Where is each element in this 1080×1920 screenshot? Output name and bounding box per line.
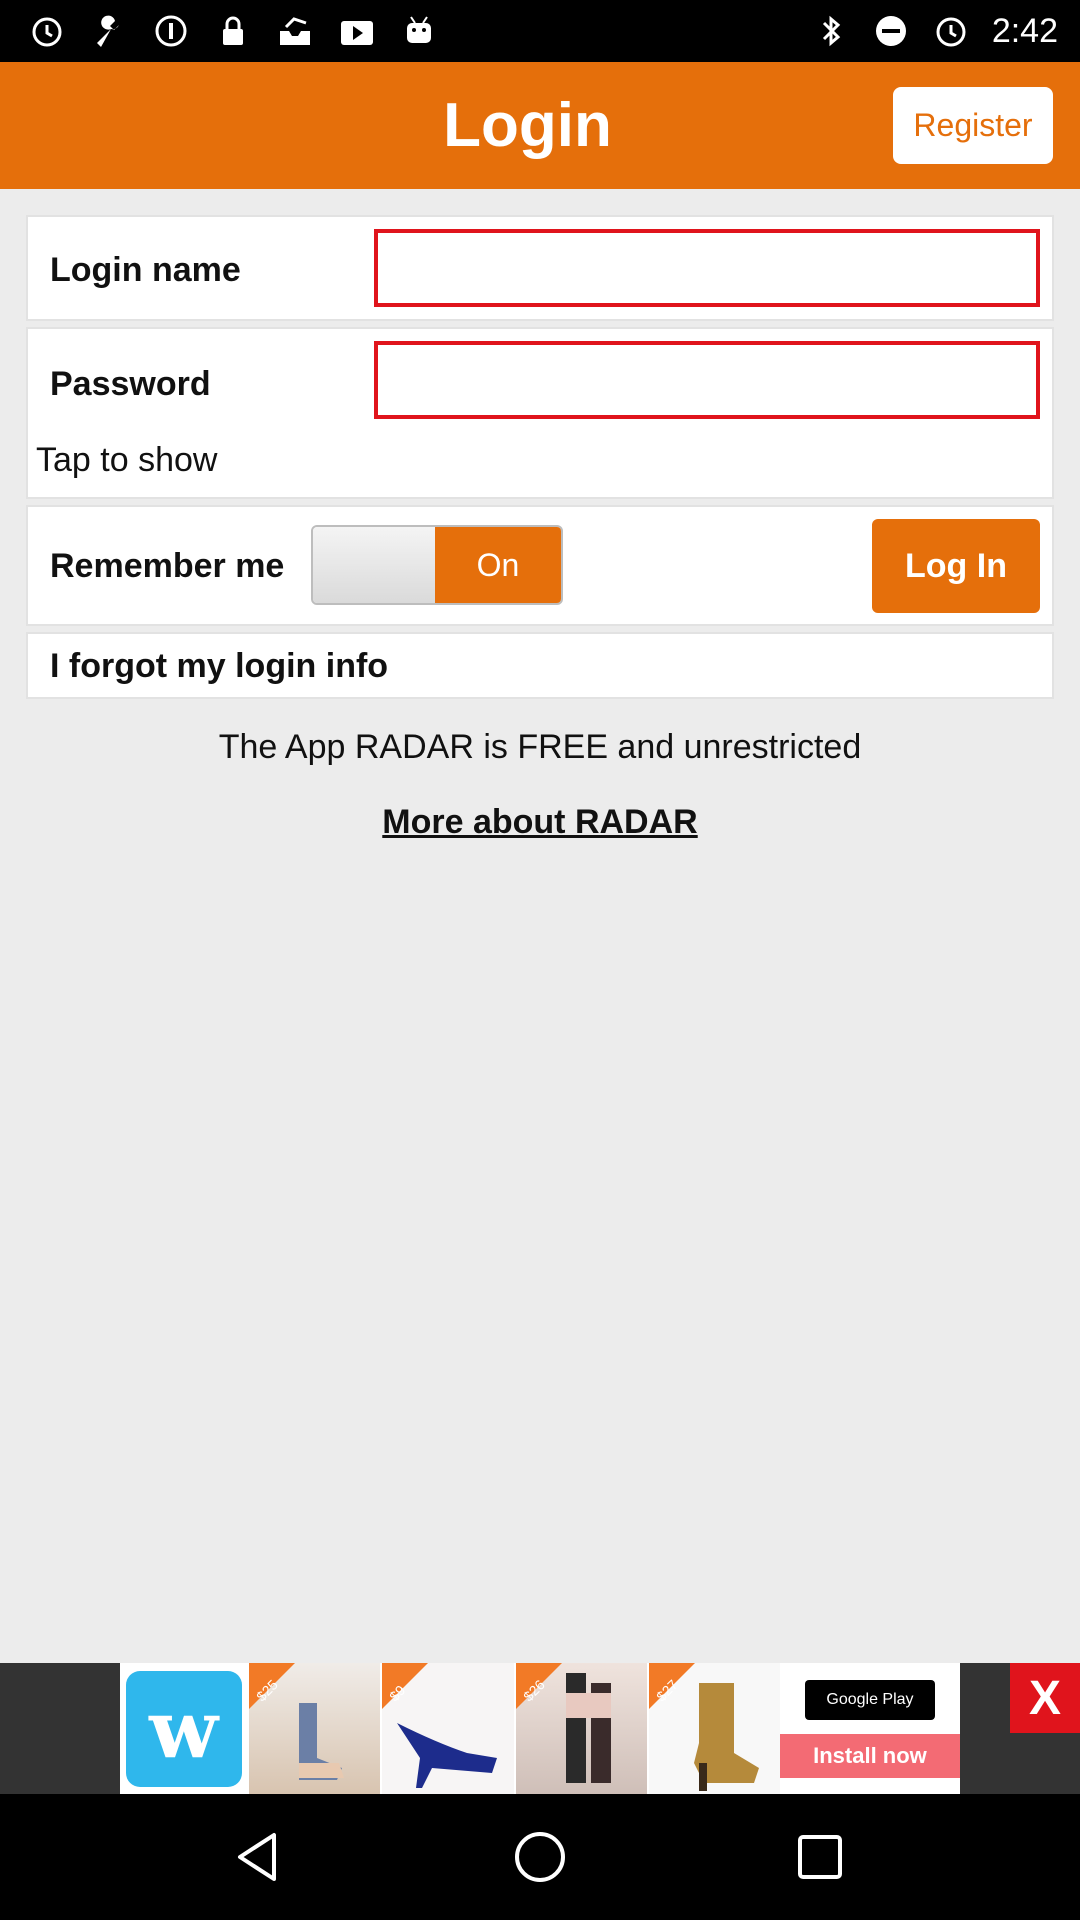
ad-product-image: $9 bbox=[380, 1663, 514, 1794]
alarm-icon bbox=[28, 12, 66, 50]
log-in-button[interactable]: Log In bbox=[872, 519, 1040, 613]
close-ad-button[interactable]: X bbox=[1010, 1663, 1080, 1733]
ad-product-image: $26 bbox=[513, 1663, 647, 1794]
ad-install-area[interactable]: Google Play Install now bbox=[779, 1663, 960, 1794]
register-button[interactable]: Register bbox=[893, 87, 1053, 164]
lock-icon bbox=[214, 12, 252, 50]
wish-logo-letter: w bbox=[125, 1670, 242, 1787]
inbox-icon bbox=[276, 12, 314, 50]
free-info-text: The App RADAR is FREE and unrestricted bbox=[218, 728, 862, 766]
android-icon bbox=[400, 12, 438, 50]
dnd-icon bbox=[872, 12, 910, 50]
forgot-row[interactable]: I forgot my login info bbox=[26, 632, 1054, 699]
bluetooth-icon bbox=[812, 12, 850, 50]
wrench-icon bbox=[90, 12, 128, 50]
ad-content[interactable]: w $25 $9 $26 $27 Google Play Install now bbox=[120, 1663, 960, 1794]
more-about-link[interactable]: More about RADAR bbox=[382, 803, 697, 841]
password-field[interactable] bbox=[374, 341, 1040, 419]
install-now-button[interactable]: Install now bbox=[779, 1733, 960, 1778]
remember-row: Remember me On Log In bbox=[26, 505, 1054, 626]
app-bar: Login Register bbox=[0, 62, 1080, 189]
status-bar-notifications bbox=[0, 12, 438, 50]
status-bar: 2:42 bbox=[0, 0, 1080, 62]
status-time: 2:42 bbox=[991, 11, 1058, 50]
info-icon bbox=[152, 12, 190, 50]
password-label: Password bbox=[50, 365, 211, 403]
recents-icon[interactable] bbox=[780, 1817, 860, 1897]
home-icon[interactable] bbox=[500, 1817, 580, 1897]
google-play-badge: Google Play bbox=[804, 1679, 935, 1720]
forgot-login-link[interactable]: I forgot my login info bbox=[50, 647, 388, 686]
toggle-on-label: On bbox=[435, 527, 561, 603]
remember-me-toggle[interactable]: On bbox=[311, 525, 563, 605]
toggle-off-half bbox=[313, 527, 435, 603]
back-icon[interactable] bbox=[220, 1817, 300, 1897]
login-name-label: Login name bbox=[50, 251, 241, 289]
wish-logo: w bbox=[120, 1663, 247, 1794]
login-name-row: Login name bbox=[26, 215, 1054, 321]
ad-banner[interactable]: w $25 $9 $26 $27 Google Play Install now… bbox=[0, 1663, 1080, 1794]
status-bar-system: 2:42 bbox=[812, 12, 1080, 51]
password-row: Password Tap to show bbox=[26, 327, 1054, 499]
remember-me-label: Remember me bbox=[50, 547, 285, 585]
more-about-link-row: More about RADAR bbox=[0, 803, 1080, 842]
ad-product-image: $25 bbox=[247, 1663, 381, 1794]
navigation-bar bbox=[0, 1794, 1080, 1920]
play-icon bbox=[338, 12, 376, 50]
login-name-field[interactable] bbox=[374, 229, 1040, 307]
alarm-icon bbox=[932, 12, 970, 50]
ad-product-image: $27 bbox=[646, 1663, 780, 1794]
tap-to-show-toggle[interactable]: Tap to show bbox=[36, 441, 217, 480]
